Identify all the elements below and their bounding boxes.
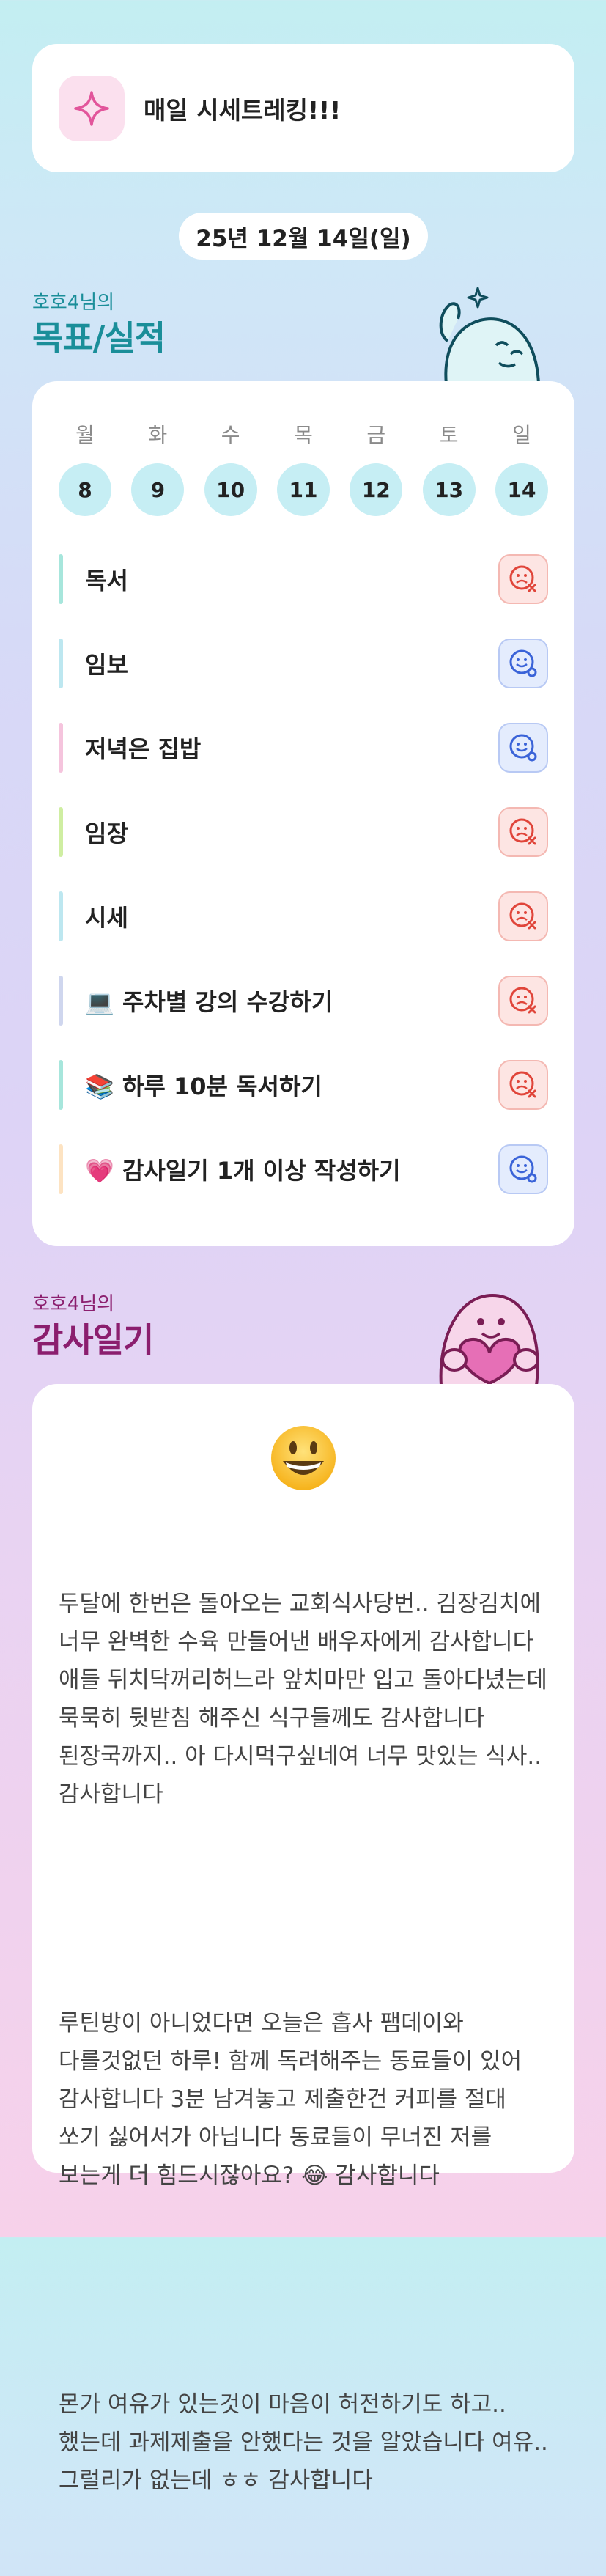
goal-color-bar — [59, 639, 63, 688]
sparkle-icon — [59, 75, 125, 141]
date-badge: 25년 12월 14일(일) — [179, 213, 428, 260]
goal-row[interactable]: 저녁은 집밥 — [59, 723, 548, 773]
goal-color-bar — [59, 1144, 63, 1194]
goals-subtitle: 호호4님의 — [32, 292, 115, 314]
goal-row[interactable]: 💗 감사일기 1개 이상 작성하기 — [59, 1144, 548, 1194]
grinning-face-icon — [270, 1424, 337, 1492]
ghost-mascot-icon — [429, 282, 546, 386]
goal-failed-icon[interactable] — [498, 1060, 548, 1110]
goal-row[interactable]: 💻 주차별 강의 수강하기 — [59, 976, 548, 1026]
goal-row[interactable]: 시세 — [59, 891, 548, 941]
goal-label: 💻 주차별 강의 수강하기 — [85, 988, 333, 1016]
weekday-label: 목 — [294, 423, 313, 447]
date-circle[interactable]: 10 — [204, 463, 257, 516]
date-row: 8 9 10 11 12 13 14 — [59, 463, 548, 516]
goal-label: 💗 감사일기 1개 이상 작성하기 — [85, 1157, 401, 1185]
goal-label: 독서 — [85, 567, 128, 595]
goal-color-bar — [59, 976, 63, 1026]
goal-color-bar — [59, 1060, 63, 1110]
goal-label: 📚 하루 10분 독서하기 — [85, 1072, 322, 1100]
weekday-label: 토 — [439, 423, 459, 447]
date-circle[interactable]: 8 — [59, 463, 111, 516]
goal-failed-icon[interactable] — [498, 807, 548, 857]
heart-mascot-icon — [425, 1287, 550, 1387]
goal-color-bar — [59, 807, 63, 857]
diary-paragraph: 몬가 여유가 있는것이 마음이 허전하기도 하고.. 했는데 과제제출을 안했다… — [59, 2391, 548, 2494]
date-circle[interactable]: 12 — [350, 463, 403, 516]
goal-color-bar — [59, 723, 63, 773]
goal-label: 임장 — [85, 820, 128, 847]
diary-paragraph: 루틴방이 아니었다면 오늘은 흡사 팸데이와 다를것없던 하루! 함께 독려해주… — [59, 2010, 529, 2189]
weekday-label: 화 — [148, 423, 168, 447]
diary-card: 두달에 한번은 돌아오는 교회식사당번.. 김장김치에 너무 완벽한 수육 만들… — [32, 1384, 574, 2494]
goal-row[interactable]: 임보 — [59, 639, 548, 688]
weekday-label: 월 — [75, 423, 95, 447]
weekday-label: 수 — [221, 423, 240, 447]
date-circle[interactable]: 14 — [495, 463, 548, 516]
goal-color-bar — [59, 891, 63, 941]
banner-title: 매일 시세트레킹!!! — [144, 95, 341, 125]
goal-label: 시세 — [85, 904, 128, 932]
diary-title: 감사일기 — [32, 1320, 154, 1360]
goal-label: 저녁은 집밥 — [85, 735, 202, 763]
weekday-label: 금 — [366, 423, 386, 447]
goal-achieved-icon[interactable] — [498, 723, 548, 773]
goal-achieved-icon[interactable] — [498, 1144, 548, 1194]
goal-row[interactable]: 임장 — [59, 807, 548, 857]
date-circle[interactable]: 13 — [422, 463, 476, 516]
goal-achieved-icon[interactable] — [498, 639, 548, 688]
banner-card: 매일 시세트레킹!!! — [32, 44, 574, 172]
weekday-row: 월 화 수 목 금 토 일 — [59, 419, 548, 449]
weekday-label: 일 — [512, 423, 531, 447]
goals-title: 목표/실적 — [32, 318, 166, 358]
goals-card: 월 화 수 목 금 토 일 8 9 10 11 12 13 14 독서임보저녁은… — [32, 381, 574, 1246]
goal-failed-icon[interactable] — [498, 976, 548, 1026]
diary-text: 두달에 한번은 돌아오는 교회식사당번.. 김장김치에 너무 완벽한 수육 만들… — [59, 1509, 554, 2576]
date-circle[interactable]: 9 — [131, 463, 185, 516]
goal-row[interactable]: 📚 하루 10분 독서하기 — [59, 1060, 548, 1110]
date-circle[interactable]: 11 — [276, 463, 330, 516]
goal-label: 임보 — [85, 651, 128, 679]
diary-subtitle: 호호4님의 — [32, 1293, 115, 1315]
diary-paragraph: 두달에 한번은 돌아오는 교회식사당번.. 김장김치에 너무 완벽한 수육 만들… — [59, 1591, 555, 1808]
goal-row[interactable]: 독서 — [59, 554, 548, 604]
goal-failed-icon[interactable] — [498, 891, 548, 941]
goal-color-bar — [59, 554, 63, 604]
goal-failed-icon[interactable] — [498, 554, 548, 604]
